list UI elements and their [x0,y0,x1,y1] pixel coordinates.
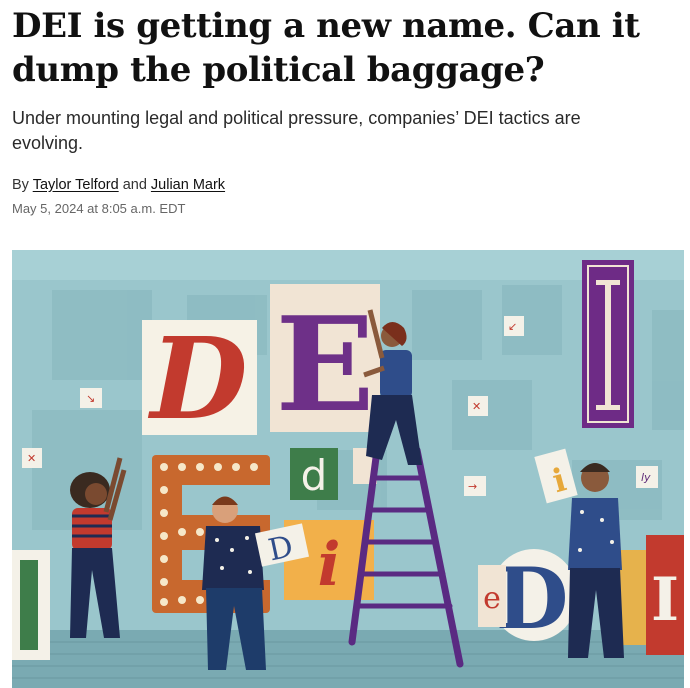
svg-text:✕: ✕ [27,452,36,465]
letter-card-small-d: d [290,448,338,500]
byline: By Taylor Telford and Julian Mark [12,177,225,193]
letter-small-e-bottom: e [483,581,501,616]
svg-text:→: → [468,480,477,493]
article-illustration: ↘ ✕ ↙ ✕ → ly D E I E [12,250,684,688]
author-link-taylor-telford[interactable]: Taylor Telford [33,177,119,193]
svg-text:↘: ↘ [86,392,95,405]
byline-prefix: By [12,177,33,193]
letter-card-small-e-bottom: e [478,565,506,627]
letter-red-i: I [651,565,679,635]
letter-card-e: E [270,284,380,441]
svg-text:✕: ✕ [472,400,481,413]
svg-text:↙: ↙ [508,320,517,333]
letter-card-left [12,550,50,660]
author-link-julian-mark[interactable]: Julian Mark [151,177,225,193]
letter-card-red-i: I [646,535,684,655]
letter-d: D [147,314,247,445]
letter-small-d: d [301,451,328,500]
article-headline: DEI is getting a new name. Can it dump t… [12,6,640,90]
letter-striped-d: D [496,549,569,648]
byline-joiner: and [118,177,151,193]
letter-card-d: D [142,314,257,445]
letter-card-i: I [582,260,634,428]
svg-text:ly: ly [641,471,651,484]
letter-small-i: i [318,530,341,600]
article-dek: Under mounting legal and political press… [12,108,581,153]
publish-timestamp: May 5, 2024 at 8:05 a.m. EDT [12,201,186,216]
letter-e: E [275,288,374,441]
